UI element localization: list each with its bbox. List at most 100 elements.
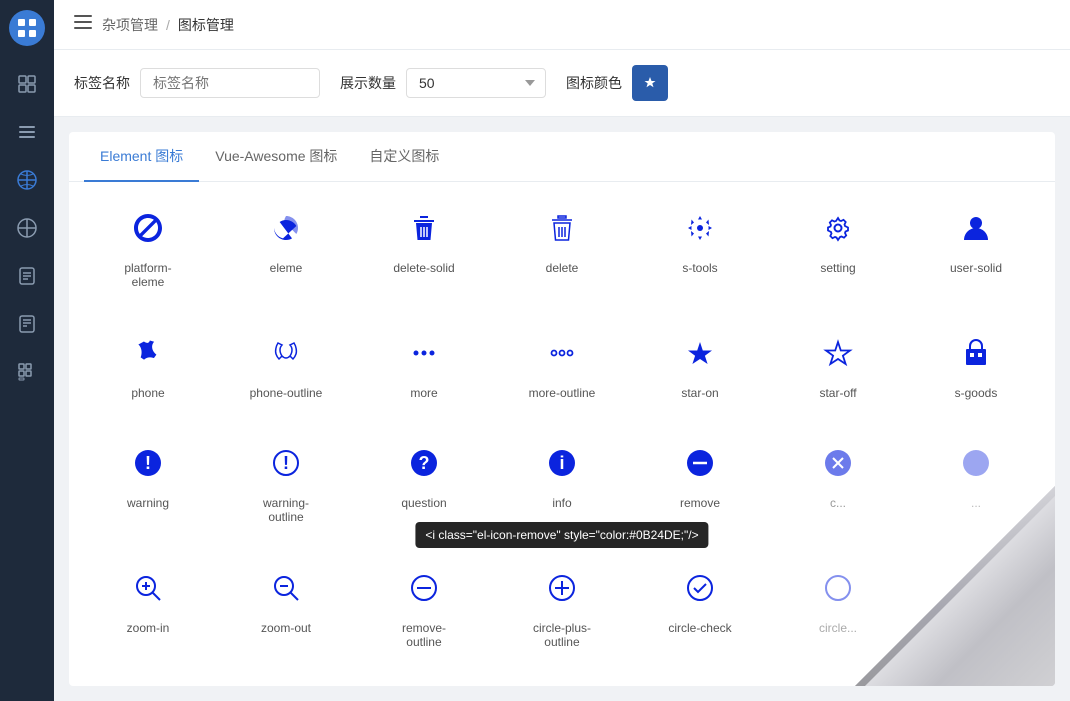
icon-label: circle-check: [668, 621, 731, 635]
filter-color-group: 图标颜色: [566, 65, 668, 101]
filter-color-label: 图标颜色: [566, 73, 622, 93]
icon-label: user-solid: [950, 261, 1002, 275]
main-content: 杂项管理 / 图标管理 标签名称 展示数量 50 100 200 图标颜色: [54, 0, 1070, 701]
sidebar-item-grid[interactable]: [7, 352, 47, 392]
icon-item-warning[interactable]: ! warning: [79, 427, 217, 552]
platform-eleme-icon: [130, 210, 166, 251]
eleme-icon: [268, 210, 304, 251]
icon-item-warning-outline[interactable]: ! warning-outline: [217, 427, 355, 552]
icon-label: info: [552, 496, 571, 510]
icon-label: circle...: [819, 621, 857, 635]
icon-label: star-off: [819, 386, 856, 400]
header: 杂项管理 / 图标管理: [54, 0, 1070, 50]
icon-item-remove[interactable]: remove: [631, 427, 769, 552]
star-off-icon: [820, 335, 856, 376]
filter-count-group: 展示数量 50 100 200: [340, 68, 546, 98]
icon-item-question[interactable]: ? question: [355, 427, 493, 552]
icon-item-star-off[interactable]: star-off: [769, 317, 907, 428]
icon-label: remove: [680, 496, 720, 510]
icon-item-circle-plus-outline[interactable]: circle-plus-outline: [493, 552, 631, 677]
icon-item-phone[interactable]: phone: [79, 317, 217, 428]
menu-icon[interactable]: [74, 13, 92, 36]
remove-icon: [682, 445, 718, 486]
icon-item-platform-eleme[interactable]: platform-eleme: [79, 192, 217, 317]
icon-item-more-outline[interactable]: more-outline: [493, 317, 631, 428]
icon-label: more: [410, 386, 437, 400]
icon-label: more-outline: [529, 386, 596, 400]
sidebar-item-icons[interactable]: [7, 160, 47, 200]
icon-label: delete: [546, 261, 579, 275]
setting-icon: [820, 210, 856, 251]
icon-item-circle-close-partial[interactable]: c...: [769, 427, 907, 552]
icon-label: zoom-out: [261, 621, 311, 635]
icon-label: zoom-in: [127, 621, 170, 635]
tab-custom[interactable]: 自定义图标: [353, 132, 455, 182]
s-goods-icon: [958, 335, 994, 376]
filter-count-label: 展示数量: [340, 73, 396, 93]
sidebar-item-docs[interactable]: [7, 256, 47, 296]
circle-partial-icon: [820, 570, 856, 611]
icon-item-remove-outline[interactable]: remove-outline: [355, 552, 493, 677]
icon-item-circle-check[interactable]: circle-check: [631, 552, 769, 677]
icon-item-zoom-out[interactable]: zoom-out: [217, 552, 355, 677]
icon-item-star-on[interactable]: star-on: [631, 317, 769, 428]
filter-count-select[interactable]: 50 100 200: [406, 68, 546, 98]
more-outline-icon: [544, 335, 580, 376]
icon-item-user-solid[interactable]: user-solid: [907, 192, 1045, 317]
more-icon: [406, 335, 442, 376]
zoom-out-icon: [268, 570, 304, 611]
icon-item-setting[interactable]: setting: [769, 192, 907, 317]
circle-close-icon: [820, 445, 856, 486]
icon-item-eleme[interactable]: eleme: [217, 192, 355, 317]
sidebar-item-dashboard[interactable]: [7, 64, 47, 104]
svg-text:!: !: [283, 453, 289, 473]
info-icon: i: [544, 445, 580, 486]
icon-label: ...: [971, 496, 981, 510]
warning-icon: !: [130, 445, 166, 486]
sidebar-item-settings[interactable]: [7, 208, 47, 248]
icon-label: setting: [820, 261, 855, 275]
circle-plus-outline-icon: [544, 570, 580, 611]
phone-icon: [130, 335, 166, 376]
delete-solid-icon: [406, 210, 442, 251]
circle-check-icon: [682, 570, 718, 611]
tabs: Element 图标 Vue-Awesome 图标 自定义图标: [69, 132, 1055, 182]
sidebar-item-menu2[interactable]: [7, 112, 47, 152]
icon-label: remove-outline: [402, 621, 446, 649]
filter-name-group: 标签名称: [74, 68, 320, 98]
icon-item-phone-outline[interactable]: phone-outline: [217, 317, 355, 428]
icon-label: platform-eleme: [124, 261, 171, 289]
svg-text:i: i: [559, 453, 564, 473]
icon-item-zoom-in[interactable]: zoom-in: [79, 552, 217, 677]
icon-label: s-tools: [682, 261, 717, 275]
icon-item-s-goods[interactable]: s-goods: [907, 317, 1045, 428]
icon-label: c...: [830, 496, 846, 510]
delete-icon: [544, 210, 580, 251]
icon-grid: platform-eleme eleme: [69, 182, 1055, 686]
icon-item-more[interactable]: more: [355, 317, 493, 428]
content-area: Element 图标 Vue-Awesome 图标 自定义图标 <i class…: [69, 132, 1055, 686]
icon-label: eleme: [270, 261, 303, 275]
icon-item-delete[interactable]: delete: [493, 192, 631, 317]
icon-item-info[interactable]: i info: [493, 427, 631, 552]
sidebar-item-reports[interactable]: [7, 304, 47, 344]
breadcrumb: 杂项管理 / 图标管理: [102, 15, 234, 35]
icon-item-s-tools[interactable]: s-tools: [631, 192, 769, 317]
icon-label: question: [401, 496, 446, 510]
s-tools-icon: [682, 210, 718, 251]
icon-item-partial2[interactable]: ...: [907, 427, 1045, 552]
remove-outline-icon: [406, 570, 442, 611]
icon-item-delete-solid[interactable]: delete-solid: [355, 192, 493, 317]
filter-name-label: 标签名称: [74, 73, 130, 93]
tab-element[interactable]: Element 图标: [84, 132, 199, 182]
filter-name-input[interactable]: [140, 68, 320, 98]
icon-label: phone: [131, 386, 164, 400]
zoom-in-icon: [130, 570, 166, 611]
question-icon: ?: [406, 445, 442, 486]
svg-text:!: !: [145, 453, 151, 473]
icon-label: star-on: [681, 386, 718, 400]
tab-vue-awesome[interactable]: Vue-Awesome 图标: [199, 132, 353, 182]
icon-item-circle-partial[interactable]: circle...: [769, 552, 907, 677]
color-picker-button[interactable]: [632, 65, 668, 101]
breadcrumb-current: 图标管理: [178, 15, 234, 35]
